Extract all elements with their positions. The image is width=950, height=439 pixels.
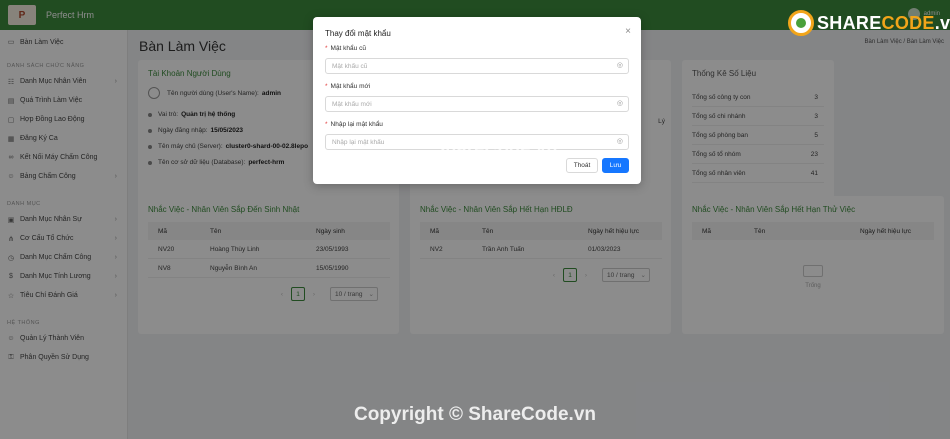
- label-text: Mật khẩu cũ: [330, 45, 366, 52]
- required-mark: *: [325, 121, 328, 128]
- eye-hidden-icon[interactable]: ◎: [617, 137, 623, 145]
- confirm-password-label: * Nhập lại mật khẩu: [325, 121, 383, 128]
- old-password-label: * Mật khẩu cũ: [325, 45, 366, 52]
- old-password-input[interactable]: [325, 58, 629, 74]
- required-mark: *: [325, 83, 328, 90]
- new-password-input[interactable]: [325, 96, 629, 112]
- cancel-button[interactable]: Thoát: [566, 158, 598, 173]
- close-icon[interactable]: ×: [625, 26, 631, 37]
- sharecode-logo-icon: [788, 10, 814, 36]
- sharecode-logo-text: SHARECODE.vn: [817, 13, 950, 34]
- label-text: Mật khẩu mới: [330, 83, 371, 90]
- sharecode-logo: SHARECODE.vn: [788, 10, 950, 36]
- label-text: Nhập lại mật khẩu: [330, 121, 383, 128]
- eye-hidden-icon[interactable]: ◎: [617, 99, 623, 107]
- watermark-copyright: Copyright © ShareCode.vn: [353, 404, 597, 425]
- new-password-label: * Mật khẩu mới: [325, 83, 370, 90]
- required-mark: *: [325, 45, 328, 52]
- watermark-text: ShareCode.vn: [433, 138, 558, 158]
- save-button[interactable]: Lưu: [602, 158, 629, 173]
- logo-word: .vn: [934, 12, 950, 33]
- modal-title: Thay đổi mật khẩu: [325, 29, 391, 38]
- logo-word: CODE: [881, 12, 935, 33]
- logo-word: SHARE: [817, 12, 882, 33]
- eye-hidden-icon[interactable]: ◎: [617, 61, 623, 69]
